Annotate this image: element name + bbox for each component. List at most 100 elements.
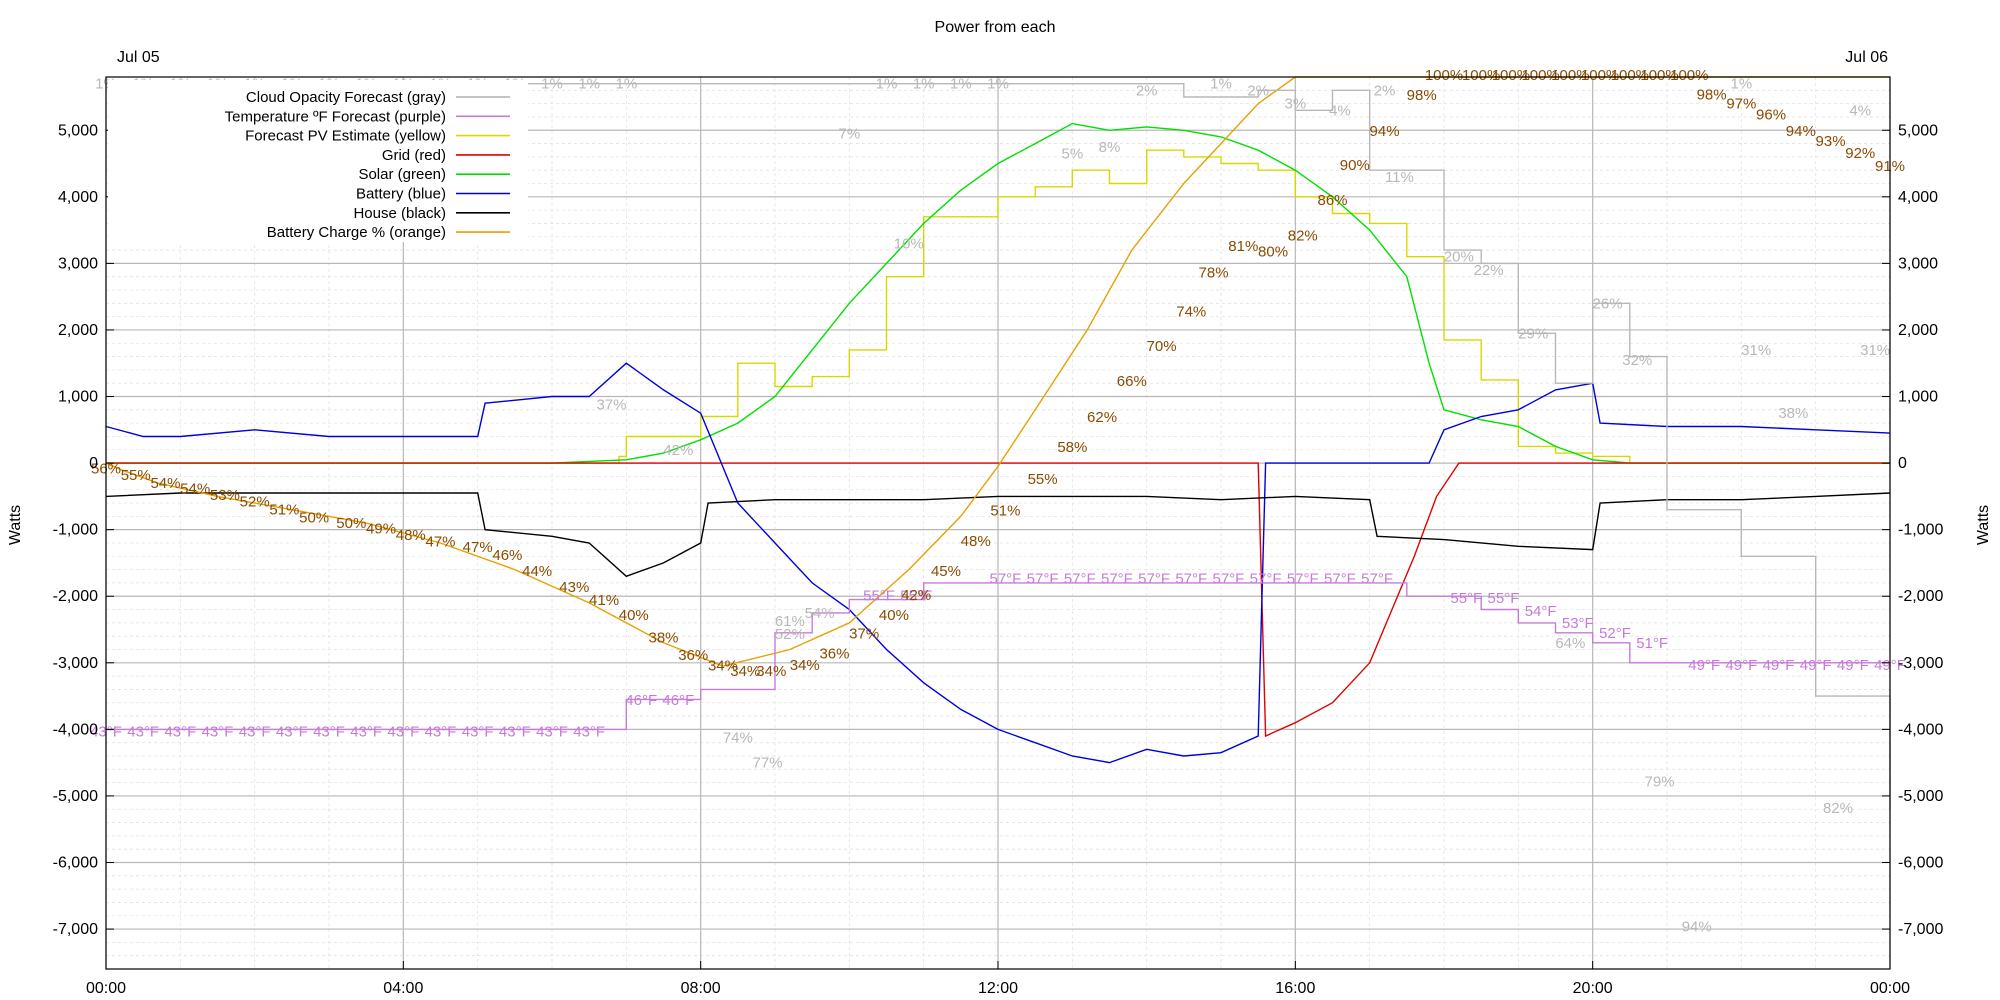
temperature-label: 57°F — [1361, 570, 1393, 587]
cloud-opacity-label: 37% — [596, 397, 626, 414]
legend-label: Battery (blue) — [356, 186, 446, 203]
battery-charge-label: 40% — [619, 607, 649, 624]
temperature-label: 43°F — [202, 723, 234, 740]
temperature-label: 57°F — [990, 570, 1022, 587]
temperature-label: 51°F — [1636, 635, 1668, 652]
temperature-label: 43°F — [536, 723, 568, 740]
battery-charge-label: 34% — [790, 657, 820, 674]
y-tick-label-left: -1,000 — [53, 522, 98, 539]
cloud-opacity-label: 10% — [894, 235, 924, 252]
cloud-opacity-label: 22% — [1474, 262, 1504, 279]
y-tick-label-left: -4,000 — [53, 721, 98, 738]
y-tick-label-left: 3,000 — [58, 255, 98, 272]
y-tick-label-right: -2,000 — [1898, 588, 1943, 605]
battery-charge-label: 44% — [522, 563, 552, 580]
legend-label: Forecast PV Estimate (yellow) — [245, 128, 446, 145]
temperature-label: 43°F — [387, 723, 419, 740]
battery-charge-label: 43% — [559, 579, 589, 596]
y-tick-label-left: -2,000 — [53, 588, 98, 605]
cloud-opacity-label: 38% — [1778, 405, 1808, 422]
battery-charge-label: 47% — [425, 534, 455, 551]
x-tick-label: 20:00 — [1573, 980, 1613, 997]
y-tick-label-left: 4,000 — [58, 189, 98, 206]
battery-charge-label: 98% — [1407, 87, 1437, 104]
battery-charge-label: 51% — [990, 502, 1020, 519]
temperature-label: 57°F — [1324, 570, 1356, 587]
temperature-label: 43°F — [350, 723, 382, 740]
battery-charge-label: 74% — [1176, 303, 1206, 320]
battery-charge-label: 54% — [150, 475, 180, 492]
temperature-label: 43°F — [239, 723, 271, 740]
chart-title: Power from each — [935, 19, 1056, 36]
temperature-label: 43°F — [164, 723, 196, 740]
cloud-opacity-label: 2% — [1374, 82, 1396, 99]
temperature-label: 43°F — [573, 723, 605, 740]
battery-charge-label: 93% — [1816, 133, 1846, 150]
temperature-label: 55°F — [863, 588, 895, 605]
cloud-opacity-label: 4% — [1849, 102, 1871, 119]
temperature-label: 57°F — [1175, 570, 1207, 587]
battery-charge-label: 36% — [819, 645, 849, 662]
temperature-label: 49°F — [1800, 657, 1832, 674]
temperature-label: 43°F — [313, 723, 345, 740]
temperature-label: 43°F — [276, 723, 308, 740]
cloud-opacity-label: 31% — [1741, 342, 1771, 359]
battery-charge-label: 48% — [396, 527, 426, 544]
y-tick-label-left: -6,000 — [53, 854, 98, 871]
y-tick-label-left: 5,000 — [58, 122, 98, 139]
battery-charge-label: 55% — [121, 467, 151, 484]
cloud-opacity-label: 54% — [805, 605, 835, 622]
battery-charge-label: 50% — [299, 510, 329, 527]
battery-charge-label: 86% — [1317, 192, 1347, 209]
battery-charge-label: 82% — [1288, 227, 1318, 244]
battery-charge-label: 81% — [1228, 238, 1258, 255]
y-tick-label-left: -7,000 — [53, 921, 98, 938]
temperature-label: 55°F — [1450, 590, 1482, 607]
cloud-opacity-label: 1% — [913, 76, 935, 93]
x-tick-label: 08:00 — [681, 980, 721, 997]
battery-charge-label: 100% — [1670, 67, 1708, 84]
cloud-opacity-label: 2% — [1247, 82, 1269, 99]
x-tick-label: 00:00 — [1870, 980, 1910, 997]
legend-label: Solar (green) — [358, 166, 446, 183]
y-tick-label-left: 0 — [89, 455, 98, 472]
battery-charge-label: 46% — [492, 547, 522, 564]
battery-charge-label: 41% — [589, 592, 619, 609]
cloud-opacity-label: 3% — [1284, 96, 1306, 113]
y-tick-label-left: -3,000 — [53, 655, 98, 672]
cloud-opacity-label: 1% — [1210, 76, 1232, 93]
y-tick-label-left: -5,000 — [53, 788, 98, 805]
cloud-opacity-label: 1% — [578, 76, 600, 93]
cloud-opacity-label: 79% — [1645, 773, 1675, 790]
battery-charge-label: 90% — [1340, 157, 1370, 174]
temperature-label: 57°F — [1287, 570, 1319, 587]
battery-charge-label: 49% — [366, 520, 396, 537]
cloud-opacity-label: 94% — [1682, 918, 1712, 935]
y-tick-label-left: 2,000 — [58, 322, 98, 339]
battery-charge-label: 55% — [1028, 471, 1058, 488]
x-tick-label: 00:00 — [86, 980, 126, 997]
date-start-label: Jul 05 — [117, 49, 160, 66]
temperature-label: 57°F — [1213, 570, 1245, 587]
battery-charge-label: 36% — [678, 647, 708, 664]
battery-charge-label: 94% — [1370, 123, 1400, 140]
legend-label: Temperature ºF Forecast (purple) — [225, 108, 446, 125]
battery-charge-label: 51% — [269, 502, 299, 519]
temperature-label: 54°F — [1525, 603, 1557, 620]
battery-charge-label: 42% — [901, 587, 931, 604]
cloud-opacity-label: 7% — [838, 126, 860, 143]
cloud-opacity-label: 31% — [1860, 342, 1890, 359]
y-tick-label-right: -7,000 — [1898, 921, 1943, 938]
y-tick-label-right: 4,000 — [1898, 189, 1938, 206]
x-tick-label: 16:00 — [1275, 980, 1315, 997]
legend-label: Cloud Opacity Forecast (gray) — [246, 89, 446, 106]
cloud-opacity-label: 1% — [1730, 76, 1752, 93]
cloud-opacity-label: 5% — [1061, 146, 1083, 163]
y-tick-label-right: 5,000 — [1898, 122, 1938, 139]
temperature-label: 57°F — [1138, 570, 1170, 587]
battery-charge-label: 100% — [1425, 67, 1463, 84]
date-end-label: Jul 06 — [1845, 49, 1888, 66]
temperature-label: 43°F — [499, 723, 531, 740]
temperature-label: 53°F — [1562, 615, 1594, 632]
y-tick-label-right: -4,000 — [1898, 721, 1943, 738]
